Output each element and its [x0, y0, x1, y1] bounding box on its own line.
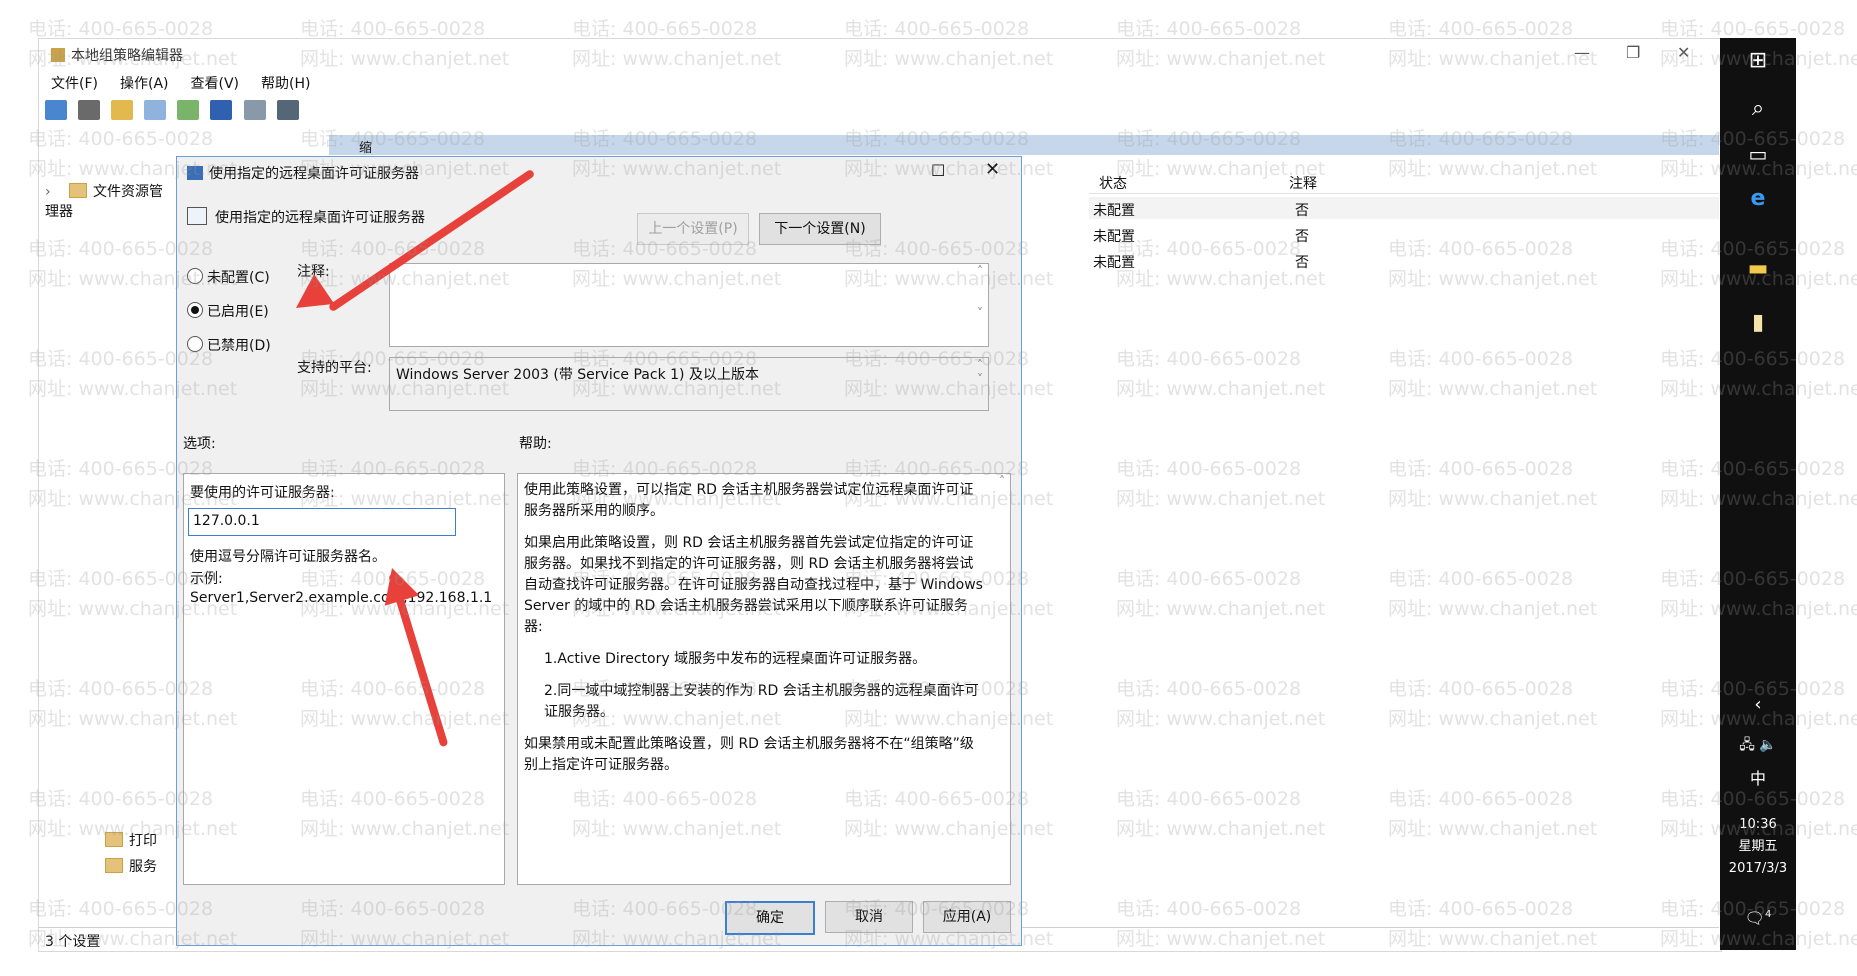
tree-item-print[interactable]: 打印 — [105, 830, 157, 852]
search-icon[interactable]: ⌕ — [1720, 96, 1796, 121]
policy-setting-dialog: 使用指定的远程桌面许可证服务器 ☐ ✕ 使用指定的远程桌面许可证服务器 上一个设… — [176, 156, 1022, 946]
minimize-button[interactable]: — — [1574, 43, 1590, 62]
header-divider — [1089, 193, 1719, 194]
radio-circle — [187, 268, 203, 284]
help-panel: 使用此策略设置，可以指定 RD 会话主机服务器尝试定位远程桌面许可证服务器所采用… — [517, 473, 1011, 885]
task-view-icon[interactable]: ▭ — [1720, 142, 1796, 166]
ime-indicator[interactable]: 中 — [1720, 768, 1796, 790]
maximize-button[interactable]: ☐ — [931, 161, 945, 180]
prev-setting-button[interactable]: 上一个设置(P) — [637, 213, 749, 245]
folder-icon — [105, 858, 123, 873]
clock-date: 2017/3/3 — [1728, 861, 1788, 876]
options-label: 选项: — [183, 436, 216, 452]
gpedit-taskbar-icon[interactable]: ▮ — [1720, 310, 1796, 335]
platform-label: 支持的平台: — [297, 360, 372, 376]
radio-disabled[interactable]: 已禁用(D) — [187, 335, 271, 355]
hint-text: 使用逗号分隔许可证服务器名。 — [190, 549, 386, 565]
table-row[interactable]: 未配置 否 — [1089, 197, 1719, 219]
folder-icon — [69, 183, 87, 198]
windows-start-icon[interactable]: ⊞ — [1720, 48, 1796, 73]
column-header-status[interactable]: 状态 — [1099, 173, 1127, 193]
file-explorer-icon[interactable]: ▬ — [1720, 256, 1796, 281]
notification-count: 4 — [1764, 909, 1772, 920]
properties-icon[interactable] — [243, 99, 266, 120]
forward-arrow-icon[interactable] — [78, 99, 101, 120]
apply-button[interactable]: 应用(A) — [923, 901, 1011, 933]
selection-band: 缩 — [329, 135, 1719, 156]
tree-pane: › 文件资源管理器 打印 服务 — [45, 135, 175, 925]
setting-icon — [187, 207, 207, 225]
gpedit-app-icon — [51, 48, 65, 62]
chevron-left-icon[interactable]: ‹ — [1720, 694, 1796, 715]
dialog-title: 使用指定的远程桌面许可证服务器 — [187, 163, 419, 183]
help-scrollbar[interactable]: ˄ — [994, 474, 1010, 884]
radio-circle — [187, 336, 203, 352]
radio-enabled[interactable]: 已启用(E) — [187, 301, 269, 321]
window-title: 本地组策略编辑器 — [51, 45, 183, 65]
filter-icon[interactable] — [276, 99, 299, 120]
options-panel: 要使用的许可证服务器: 127.0.0.1 使用逗号分隔许可证服务器名。 示例:… — [183, 473, 505, 885]
license-server-label: 要使用的许可证服务器: — [190, 485, 335, 501]
chevron-right-icon: › — [45, 184, 51, 200]
folder-icon — [105, 832, 123, 847]
table-row[interactable]: 未配置 否 — [1089, 249, 1719, 271]
radio-circle-checked — [187, 302, 203, 318]
network-volume-icons[interactable]: 🖧 🔈 — [1720, 734, 1796, 756]
tree-item-services[interactable]: 服务 — [105, 856, 157, 878]
dialog-header: 使用指定的远程桌面许可证服务器 — [187, 207, 425, 227]
example-label: 示例: — [190, 571, 223, 587]
clock-time[interactable]: 10:36 — [1720, 814, 1796, 836]
next-setting-button[interactable]: 下一个设置(N) — [759, 213, 881, 245]
help-paragraph: 2.同一域中域控制器上安装的作为 RD 会话主机服务器的远程桌面许可证服务器。 — [544, 683, 979, 720]
help-icon[interactable] — [210, 99, 233, 120]
tree-item-file-explorer[interactable]: › 文件资源管理器 — [45, 181, 175, 220]
menu-help[interactable]: 帮助(H) — [261, 76, 310, 92]
radio-not-configured[interactable]: 未配置(C) — [187, 267, 270, 287]
policy-icon — [187, 166, 203, 180]
cancel-button[interactable]: 取消 — [825, 901, 913, 933]
help-paragraph: 使用此策略设置，可以指定 RD 会话主机服务器尝试定位远程桌面许可证服务器所采用… — [524, 482, 974, 519]
platform-scrollbar[interactable]: ˄ ˅ — [972, 358, 988, 410]
restore-button[interactable]: ❐ — [1626, 43, 1640, 62]
column-header-comment[interactable]: 注释 — [1289, 173, 1317, 193]
help-text: 使用此策略设置，可以指定 RD 会话主机服务器尝试定位远程桌面许可证服务器所采用… — [524, 480, 986, 787]
list-header-partial: 缩 — [359, 141, 373, 156]
ok-button[interactable]: 确定 — [725, 901, 815, 935]
close-dialog-button[interactable]: ✕ — [985, 159, 1000, 180]
license-server-input[interactable]: 127.0.0.1 — [188, 508, 456, 536]
platform-field: Windows Server 2003 (带 Service Pack 1) 及… — [389, 357, 989, 411]
comment-scrollbar[interactable]: ˄ ˅ — [972, 264, 988, 346]
clock-weekday: 星期五 — [1738, 839, 1778, 854]
table-row[interactable]: 未配置 否 — [1089, 223, 1719, 245]
close-window-button[interactable]: ✕ — [1677, 43, 1690, 62]
help-paragraph: 如果禁用或未配置此策略设置，则 RD 会话主机服务器将不在“组策略”级别上指定许… — [524, 736, 974, 773]
back-arrow-icon[interactable] — [45, 99, 67, 120]
notification-icon[interactable]: 🗨4 — [1720, 904, 1796, 929]
help-label: 帮助: — [519, 436, 552, 452]
comment-textarea[interactable]: ˄ ˅ — [389, 263, 989, 347]
ie-browser-icon[interactable]: e — [1720, 186, 1796, 211]
up-folder-icon[interactable] — [111, 99, 134, 120]
toolbar — [45, 99, 305, 125]
export-list-icon[interactable] — [177, 99, 200, 120]
menu-bar: 文件(F) 操作(A) 查看(V) 帮助(H) — [51, 73, 332, 93]
menu-action[interactable]: 操作(A) — [120, 76, 169, 92]
help-paragraph: 1.Active Directory 域服务中发布的远程桌面许可证服务器。 — [544, 651, 927, 667]
example-value: Server1,Server2.example.com,192.168.1.1 — [190, 590, 493, 606]
menu-file[interactable]: 文件(F) — [51, 76, 98, 92]
menu-view[interactable]: 查看(V) — [191, 76, 240, 92]
show-tree-icon[interactable] — [144, 99, 167, 120]
taskbar: ⊞ ⌕ ▭ e ▬ ▮ ‹ 🖧 🔈 中 10:36 星期五 2017/3/3 🗨… — [1720, 38, 1796, 950]
help-paragraph: 如果启用此策略设置，则 RD 会话主机服务器首先尝试定位指定的许可证服务器。如果… — [524, 535, 983, 635]
